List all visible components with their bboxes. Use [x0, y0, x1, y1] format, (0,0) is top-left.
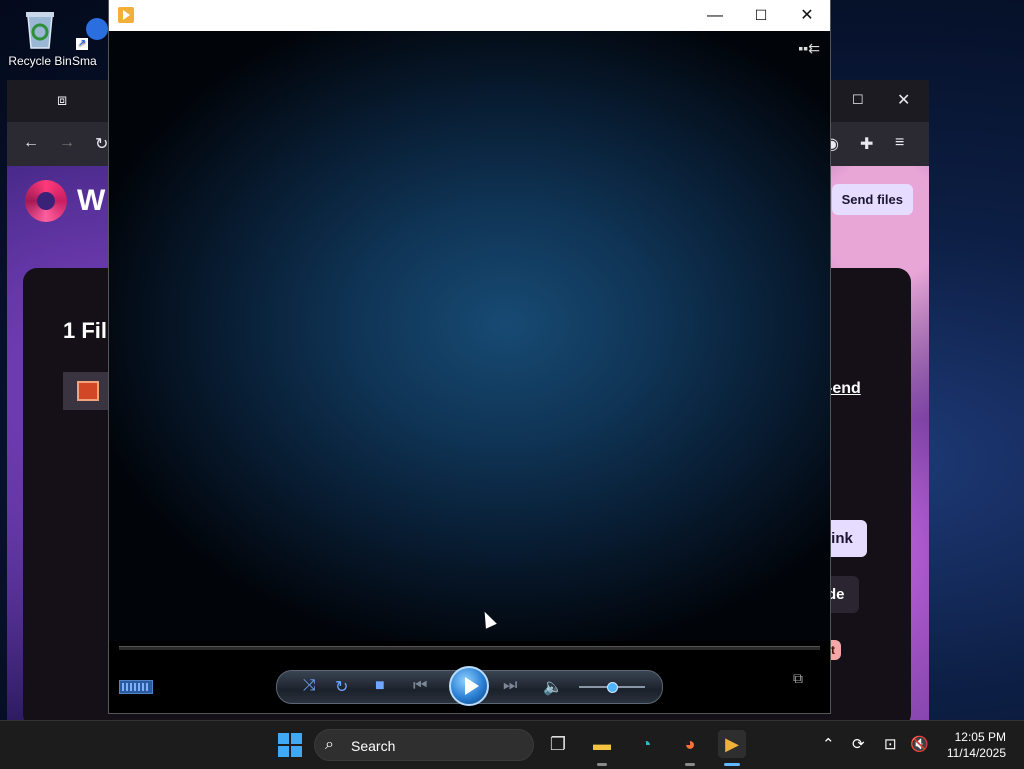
close-icon[interactable]: ✕	[897, 90, 910, 110]
task-view-icon[interactable]: ❐	[544, 730, 572, 758]
volume-icon[interactable]: 🔈	[543, 677, 563, 697]
desktop-icon-label: Sma	[72, 54, 97, 68]
clock-date: 11/14/2025	[946, 746, 1006, 760]
right-heading: -end	[827, 380, 861, 397]
file-explorer-icon[interactable]: ▬	[588, 730, 616, 758]
site-logo-icon[interactable]	[25, 180, 67, 222]
sync-status-icon[interactable]: ⟳	[852, 735, 865, 753]
shuffle-icon[interactable]: ⤨	[303, 677, 316, 695]
tab-overview-icon[interactable]: ⧈	[57, 92, 67, 110]
powerpoint-file-icon	[77, 381, 99, 401]
search-label: Search	[351, 738, 396, 754]
volume-slider[interactable]	[579, 682, 645, 693]
seek-bar[interactable]	[119, 646, 820, 650]
edge-browser-icon[interactable]: ◔	[632, 730, 660, 758]
maximize-icon[interactable]: ☐	[852, 92, 864, 108]
video-area[interactable]	[109, 31, 830, 641]
now-playing-indicator-icon[interactable]	[119, 680, 153, 694]
volume-slider-thumb[interactable]	[607, 682, 618, 693]
minimize-button[interactable]: —	[692, 0, 738, 31]
app-active-indicator	[724, 763, 740, 766]
extensions-icon[interactable]: ✚	[860, 134, 873, 154]
media-player-taskbar-icon[interactable]: ▶	[718, 730, 746, 758]
menu-icon[interactable]: ≡	[895, 134, 904, 152]
taskbar: ⌕ Search ❐ ▬ ◔ ◕ ▶ ⌃ ⟳ ⊡ 🔇 12:05 PM 11/1…	[0, 720, 1024, 769]
media-player-app-icon	[118, 7, 134, 23]
switch-to-library-icon[interactable]: ▪▪⇇	[798, 40, 820, 57]
desktop-icon-recycle-bin[interactable]: Recycle Bin	[2, 8, 78, 68]
desktop-icon-label: Recycle Bin	[8, 54, 72, 68]
player-title-bar: — ☐ ✕	[109, 0, 830, 31]
media-player-window[interactable]: — ☐ ✕ ▪▪⇇ ⤨ ↻ ■ ⏮ ⏭ 🔈 ⧉	[109, 0, 830, 713]
playback-controls: ⤨ ↻ ■ ⏮ ⏭ 🔈	[276, 666, 663, 706]
volume-muted-icon[interactable]: 🔇	[910, 735, 929, 753]
stop-icon[interactable]: ■	[375, 677, 385, 695]
back-icon[interactable]: ←	[23, 134, 39, 152]
reload-icon[interactable]: ↻	[95, 134, 108, 154]
play-button[interactable]	[449, 666, 489, 706]
shortcut-icon: ↗	[76, 8, 108, 50]
app-running-indicator	[685, 763, 695, 766]
recycle-bin-icon	[26, 12, 54, 49]
switch-to-mini-player-icon[interactable]: ⧉	[793, 670, 803, 687]
next-icon[interactable]: ⏭	[503, 677, 517, 695]
repeat-icon[interactable]: ↻	[335, 677, 348, 697]
close-button[interactable]: ✕	[784, 0, 830, 31]
firefox-browser-icon[interactable]: ◕	[676, 730, 704, 758]
site-logo-text: W	[77, 184, 106, 217]
forward-icon[interactable]: →	[59, 134, 75, 152]
system-clock[interactable]: 12:05 PM 11/14/2025	[947, 729, 1006, 761]
desktop-icon-shortcut[interactable]: ↗ Sma	[72, 8, 112, 68]
files-title: 1 Fil	[63, 318, 108, 343]
maximize-button[interactable]: ☐	[738, 0, 784, 31]
taskbar-search[interactable]: ⌕ Search	[314, 729, 534, 761]
file-item[interactable]	[63, 372, 113, 410]
show-hidden-icons-icon[interactable]: ⌃	[822, 735, 835, 753]
network-icon[interactable]: ⊡	[884, 735, 897, 753]
app-running-indicator	[597, 763, 607, 766]
clock-time: 12:05 PM	[954, 730, 1006, 744]
send-files-button[interactable]: Send files	[831, 184, 913, 215]
previous-icon[interactable]: ⏮	[413, 677, 427, 695]
start-button[interactable]	[278, 733, 302, 757]
search-icon: ⌕	[325, 736, 334, 753]
